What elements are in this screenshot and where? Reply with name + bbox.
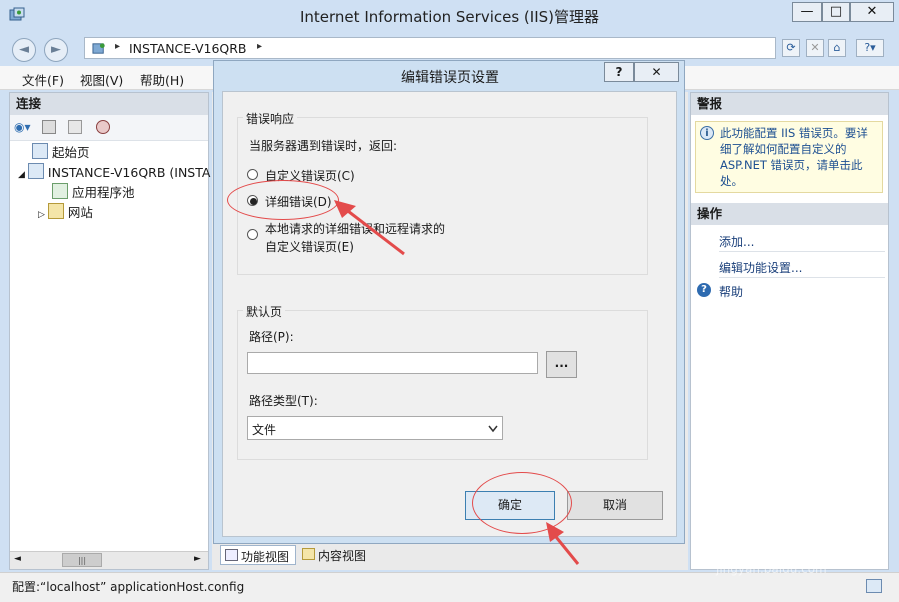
menu-help[interactable]: 帮助(H) [140,70,184,89]
connections-toolbar: ◉▾ [10,115,208,141]
path-input[interactable] [247,352,538,374]
path-type-value: 文件 [252,423,277,437]
path-type-label: 路径类型(T): [249,394,318,408]
watermark-brand: Bai度 经验 [688,506,870,546]
tree-label: 起始页 [52,145,90,160]
menu-file[interactable]: 文件(F) [22,70,64,89]
status-server-icon [866,579,882,593]
refresh-icon[interactable]: ⟳ [782,39,800,57]
help-dropdown-icon[interactable]: ?▾ [856,39,884,57]
status-bar: 配置:“localhost” applicationHost.config [0,572,899,602]
back-button[interactable]: ◄ [12,38,36,62]
iis-manager-window: Internet Information Services (IIS)管理器 —… [0,0,899,602]
alerts-title: 警报 [691,93,888,115]
info-icon: i [700,126,714,140]
address-path-item[interactable]: INSTANCE-V16QRB [129,41,247,56]
scroll-right-icon[interactable]: ► [194,554,201,564]
path-type-select[interactable]: 文件 [247,416,503,440]
tab-feature-view[interactable]: 功能视图 [220,545,296,565]
watermark-url: jingyan.baidu.com [716,562,827,576]
connections-title: 连接 [10,93,208,115]
tree-label: 应用程序池 [72,185,135,200]
alert-box[interactable]: i 此功能配置 IIS 错误页。要详细了解如何配置自定义的 ASP.NET 错误… [695,121,883,193]
dialog-help-button[interactable]: ? [604,62,634,82]
horizontal-scrollbar[interactable]: ◄ ||| ► [10,551,208,569]
default-page-legend: 默认页 [243,303,286,320]
forward-button[interactable]: ► [44,38,68,62]
error-response-legend: 错误响应 [243,110,298,127]
up-icon[interactable] [68,120,82,134]
tree-label: 网站 [67,205,93,220]
start-page-icon [32,143,48,159]
server-node-icon [27,163,44,179]
maximize-button[interactable]: □ [822,2,850,22]
annotation-arrow-ok [546,522,580,565]
action-divider [719,251,885,252]
scroll-thumb[interactable]: ||| [62,553,102,567]
connect-icon[interactable]: ◉▾ [14,120,32,136]
dialog-close-button[interactable]: ✕ [634,62,679,82]
path-label: 路径(P): [249,330,294,344]
actions-title: 操作 [691,203,888,225]
tree-item-sites[interactable]: ▷ 网站 [38,203,93,223]
feature-view-label: 功能视图 [241,550,290,564]
radio-custom-error[interactable] [247,169,258,180]
tree-item-start-page[interactable]: 起始页 [32,143,90,163]
browse-button[interactable]: ... [546,351,577,378]
menu-view[interactable]: 视图(V) [80,70,123,89]
address-bar[interactable]: ▸ INSTANCE-V16QRB ▸ [84,37,776,59]
expand-arrow-icon[interactable]: ◢ [18,170,25,180]
tree-item-app-pools[interactable]: 应用程序池 [52,183,135,203]
sites-folder-icon [47,203,64,219]
save-icon[interactable] [42,120,56,134]
status-text: 配置:“localhost” applicationHost.config [12,580,245,594]
action-help[interactable]: 帮助 [719,283,743,300]
home-icon[interactable]: ⌂ [828,39,846,57]
edit-error-pages-dialog: 编辑错误页设置 ? ✕ 错误响应 当服务器遇到错误时，返回: 自定义错误页(C)… [213,60,685,544]
error-response-prompt: 当服务器遇到错误时，返回: [249,139,398,153]
scroll-left-icon[interactable]: ◄ [14,554,21,564]
action-add[interactable]: 添加... [719,233,754,250]
path-trail-separator[interactable]: ▸ [257,41,262,52]
dialog-body: 错误响应 当服务器遇到错误时，返回: 自定义错误页(C) 详细错误(D) 本地请… [222,91,677,537]
connections-pane: 连接 ◉▾ 起始页 ◢ INSTANCE-V16QRB (INSTA 应用程序池 … [9,92,210,570]
stop-icon[interactable]: ✕ [806,39,824,57]
action-divider [719,277,885,278]
disconnect-icon[interactable] [96,120,110,134]
feature-view-icon [225,549,238,561]
content-view-label: 内容视图 [318,549,367,563]
alert-text: 此功能配置 IIS 错误页。要详细了解如何配置自定义的 ASP.NET 错误页，… [720,126,868,188]
server-icon [92,43,105,54]
action-edit-feature-settings[interactable]: 编辑功能设置... [719,259,802,276]
chevron-down-icon [488,425,498,433]
tree-label: INSTANCE-V16QRB (INSTA [47,165,211,180]
annotation-circle-detailed [227,180,339,220]
cancel-button[interactable]: 取消 [567,491,663,520]
help-icon[interactable]: ? [697,283,711,297]
window-title: Internet Information Services (IIS)管理器 [299,8,600,26]
tree-item-server[interactable]: ◢ INSTANCE-V16QRB (INSTA [18,163,210,183]
app-pool-icon [52,183,68,199]
tab-content-view[interactable]: 内容视图 [298,545,378,565]
content-view-icon [302,548,315,560]
path-separator: ▸ [115,41,121,52]
minimize-button[interactable]: — [792,2,822,22]
annotation-arrow-detailed [334,200,405,256]
close-button[interactable]: ✕ [850,2,894,22]
collapse-arrow-icon[interactable]: ▷ [38,210,45,220]
radio-local-detailed-remote-custom[interactable] [247,229,258,240]
